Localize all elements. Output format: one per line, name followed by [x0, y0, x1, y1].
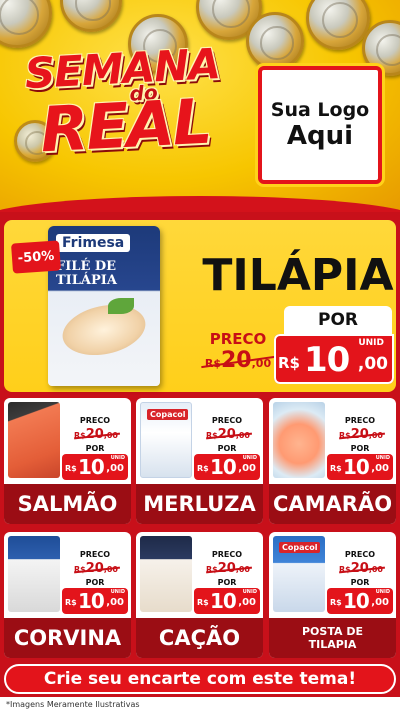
logo-text-line1: Sua Logo	[270, 99, 370, 121]
product-card-posta-de-tilapia[interactable]: Copacol PRECO R$20,00 POR R$ 10 UNID ,00…	[269, 532, 396, 658]
new-price: UNID R$ 10 ,00	[274, 334, 394, 384]
logo-placeholder[interactable]: Sua Logo Aqui	[258, 66, 382, 184]
new-price: R$ 10 UNID ,00	[327, 588, 393, 614]
product-name: SALMÃO	[4, 484, 131, 524]
campaign-title-line3: REAL	[38, 84, 212, 167]
product-name: MERLUZA	[136, 484, 263, 524]
new-price: R$ 10 UNID ,00	[62, 454, 128, 480]
old-price: R$20,00	[206, 427, 252, 442]
create-flyer-button[interactable]: Crie seu encarte com este tema!	[4, 664, 396, 694]
logo-text-line2: Aqui	[286, 121, 354, 151]
product-price: PRECO R$20,00 POR R$ 10 UNID ,00	[62, 550, 128, 614]
herb-leaf-icon	[108, 298, 134, 314]
new-price: R$ 10 UNID ,00	[327, 454, 393, 480]
preco-label: PRECO	[209, 330, 267, 348]
product-name: CORVINA	[4, 618, 131, 658]
coin-icon	[306, 0, 370, 50]
cacao-image	[140, 536, 192, 612]
featured-product[interactable]: Frimesa FILÉ DE TILÁPIA -50% TILÁPIA POR…	[4, 220, 396, 392]
product-name: CAMARÃO	[269, 484, 396, 524]
product-price: PRECO R$20,00 POR R$ 10 UNID ,00	[194, 550, 260, 614]
disclaimer-text: *Imagens Meramente Ilustrativas	[0, 697, 400, 711]
product-card-corvina[interactable]: PRECO R$20,00 POR R$ 10 UNID ,00 CORVINA	[4, 532, 131, 658]
featured-price-block: POR PRECO R$20,00 UNID R$ 10 ,00	[201, 306, 396, 390]
product-price: PRECO R$20,00 POR R$ 10 UNID ,00	[327, 416, 393, 480]
fish-fillet-icon	[57, 297, 151, 363]
corvina-image	[8, 536, 60, 612]
product-card-merluza[interactable]: Copacol PRECO R$20,00 POR R$ 10 UNID ,00…	[136, 398, 263, 524]
product-name: CAÇÃO	[136, 618, 263, 658]
coin-icon	[246, 12, 304, 70]
coin-icon	[0, 0, 52, 48]
product-price: PRECO R$20,00 POR R$ 10 UNID ,00	[194, 416, 260, 480]
new-price: R$ 10 UNID ,00	[194, 588, 260, 614]
old-price: R$20,00	[74, 561, 120, 576]
old-price-value: R$20,00	[201, 348, 275, 373]
old-price: R$20,00	[74, 427, 120, 442]
coin-icon	[60, 0, 122, 32]
featured-product-image: Frimesa FILÉ DE TILÁPIA	[48, 226, 160, 386]
old-price: R$20,00	[206, 561, 252, 576]
product-name: POSTA DE TILAPIA	[269, 618, 396, 658]
product-card-camarao[interactable]: PRECO R$20,00 POR R$ 10 UNID ,00 CAMARÃO	[269, 398, 396, 524]
old-price: PRECO R$20,00	[201, 330, 275, 380]
old-price: R$20,00	[339, 561, 385, 576]
copacol-logo: Copacol	[279, 542, 321, 553]
por-label: POR	[284, 306, 392, 334]
header-divider	[0, 196, 400, 212]
product-card-cacao[interactable]: PRECO R$20,00 POR R$ 10 UNID ,00 CAÇÃO	[136, 532, 263, 658]
price-currency: R$	[278, 354, 300, 372]
unit-label: UNID	[358, 338, 384, 348]
campaign-title: SEMANA do REAL	[11, 39, 236, 167]
package-brand: Frimesa	[56, 234, 131, 252]
price-dec: ,00	[357, 354, 388, 374]
merluza-image: Copacol	[140, 402, 192, 478]
shrimp-image	[273, 402, 325, 478]
featured-product-name: TILÁPIA	[202, 250, 394, 301]
product-price: PRECO R$20,00 POR R$ 10 UNID ,00	[62, 416, 128, 480]
new-price: R$ 10 UNID ,00	[62, 588, 128, 614]
new-price: R$ 10 UNID ,00	[194, 454, 260, 480]
salmon-image	[8, 402, 60, 478]
price-int: 10	[304, 340, 350, 380]
product-card-salmao[interactable]: PRECO R$20,00 POR R$ 10 UNID ,00 SALMÃO	[4, 398, 131, 524]
product-price: PRECO R$20,00 POR R$ 10 UNID ,00	[327, 550, 393, 614]
discount-badge: -50%	[11, 240, 61, 274]
header-banner: SEMANA do REAL Sua Logo Aqui	[0, 0, 400, 212]
copacol-logo: Copacol	[147, 409, 189, 420]
posta-tilapia-image: Copacol	[273, 536, 325, 612]
package-name: FILÉ DE TILÁPIA	[56, 259, 117, 289]
old-price: R$20,00	[339, 427, 385, 442]
